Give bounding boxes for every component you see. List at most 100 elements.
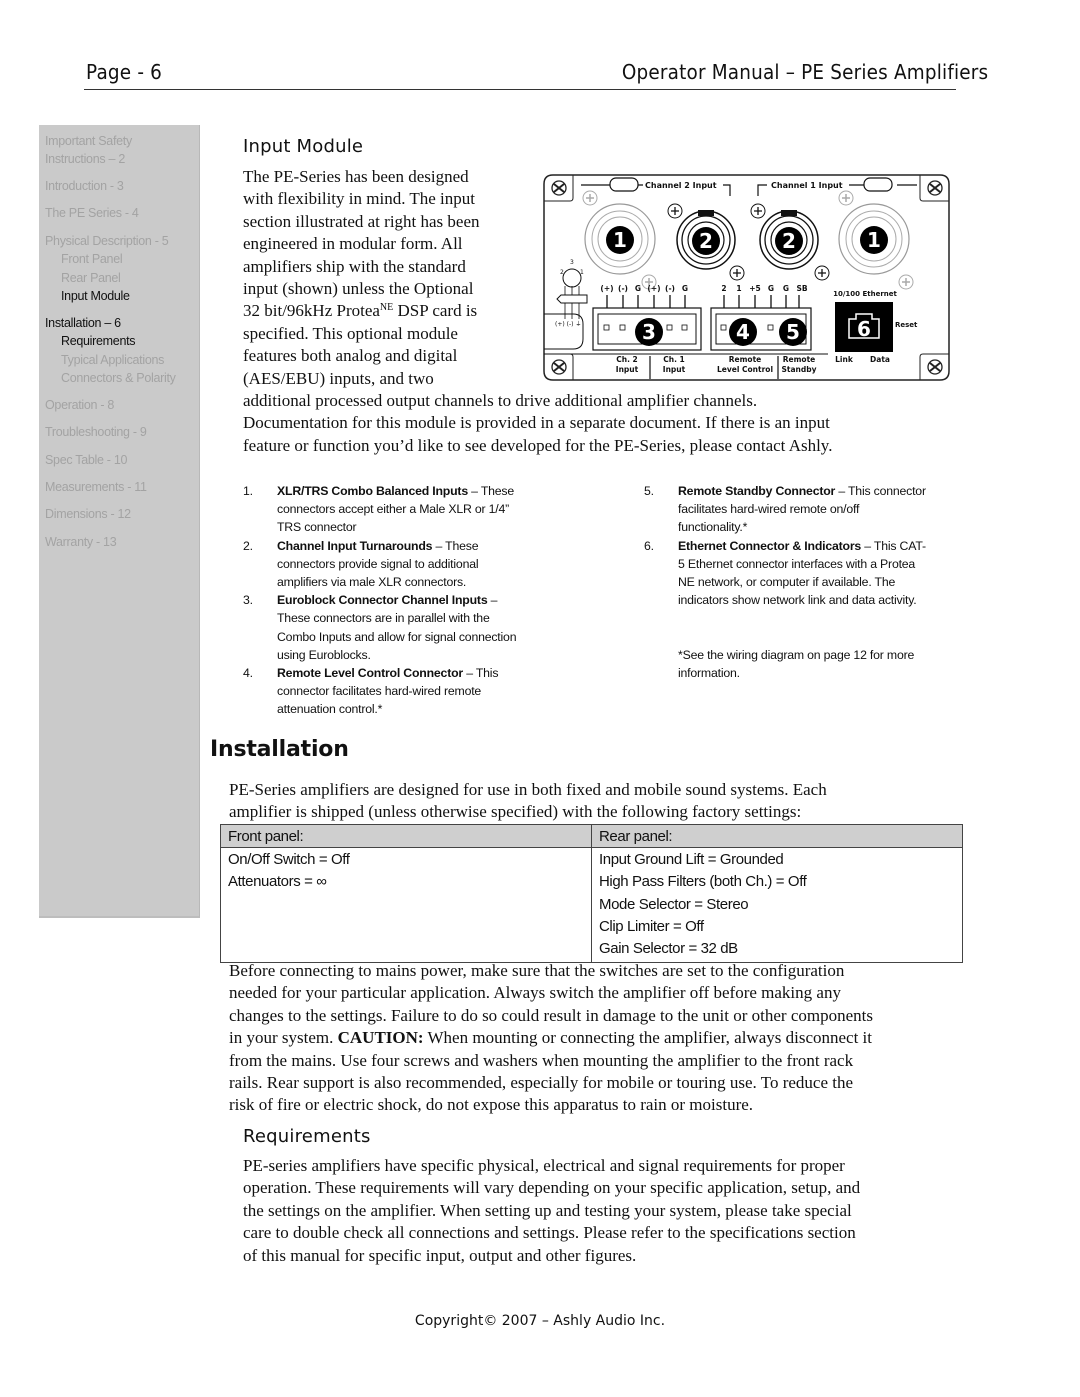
feature-title: Remote Level Control Connector [277,666,463,681]
header-divider [84,89,956,90]
requirements-heading: Requirements [243,1126,371,1147]
svg-text:(-): (-) [618,284,628,293]
list-number: 3. [243,593,253,608]
data-indicator-label: Data [870,355,890,364]
svg-text:5: 5 [786,320,800,344]
toc-item-safety-page[interactable]: Instructions – 2 [45,150,125,168]
caution-label: CAUTION: [337,1028,424,1048]
svg-text:(+) (-) ⏚: (+) (-) ⏚ [555,321,581,328]
toc-item-input-module[interactable]: Input Module [61,287,130,305]
list-number: 1. [243,484,253,498]
feature-list-right: 5. Remote Standby Connector – This conne… [644,482,926,609]
remote-level-label: Remote [729,355,762,364]
callout-6-icon: 6 [857,317,871,341]
paragraph-line: changes to the settings. Failure to do s… [229,1005,873,1025]
svg-text:3: 3 [570,259,574,266]
callout-2-icon: 2 [775,227,803,255]
list-number: 5. [644,484,654,498]
toc-item-dimensions[interactable]: Dimensions - 12 [45,505,131,523]
feature-text: These connectors are in parallel with th… [277,611,490,626]
list-item: 3. Euroblock Connector Channel Inputs – … [243,591,517,664]
toc-item-requirements[interactable]: Requirements [61,332,136,350]
toc-item-operation[interactable]: Operation - 8 [45,396,114,414]
paragraph-text: in your system. [229,1028,338,1048]
toc-item-physical-description[interactable]: Physical Description - 5 [45,232,169,250]
ch2-input-label: Ch. 2 [616,355,638,364]
svg-text:2: 2 [699,229,713,253]
factory-settings-table: Front panel: Rear panel: On/Off Switch =… [220,824,963,964]
feature-text: – This [463,666,499,681]
svg-text:(+): (+) [600,284,613,293]
toc-item-pe-series[interactable]: The PE Series - 4 [45,204,139,222]
toc-item-spec-table[interactable]: Spec Table - 10 [45,451,127,469]
page-number: Page - 6 [86,60,163,84]
feature-text: connectors accept either a Male XLR or 1… [277,502,509,517]
toc-item-installation[interactable]: Installation – 6 [45,314,121,332]
svg-text:1: 1 [867,228,881,252]
paragraph-line: rails. Rear support is also recommended,… [229,1073,854,1093]
setting-value: Input Ground Lift = Grounded [599,851,784,868]
toc-item-introduction[interactable]: Introduction - 3 [45,177,124,195]
copyright-footer: Copyright© 2007 – Ashly Audio Inc. [414,1313,666,1329]
screw-icon [927,180,943,196]
paragraph-line: Before connecting to mains power, make s… [229,961,845,980]
svg-text:1: 1 [736,284,741,293]
svg-text:2: 2 [721,284,726,293]
input-module-heading: Input Module [243,136,364,157]
paragraph-line: risk of fire or electric shock, do not e… [229,1095,754,1115]
intro-line: PE-Series amplifiers are designed for us… [229,780,827,799]
feature-title: XLR/TRS Combo Balanced Inputs [277,484,468,498]
toc-item-typical-applications[interactable]: Typical Applications [61,351,164,369]
link-indicator-label: Link [835,355,854,364]
rear-panel-settings: Input Ground Lift = Grounded High Pass F… [591,847,963,963]
intro-line: feature or function you’d like to see de… [243,435,833,455]
svg-text:+5: +5 [749,284,761,293]
ch2-input-label: Input [616,365,639,374]
list-item: 1. XLR/TRS Combo Balanced Inputs – These… [243,482,516,537]
feature-text: TRS connector [277,520,357,535]
screw-icon [551,359,567,375]
setting-value: High Pass Filters (both Ch.) = Off [599,873,807,891]
feature-text: NE network, or computer if available. Th… [678,575,896,590]
wiring-footnote: *See the wiring diagram on page 12 for m… [678,646,914,682]
callout-3-icon: 3 [635,318,663,346]
setting-value: Clip Limiter = Off [599,917,704,935]
feature-text: Combo Inputs and allow for signal connec… [277,629,517,644]
feature-text: functionality.* [678,520,748,535]
feature-text: 5 Ethernet connector interfaces with a P… [678,556,916,571]
svg-text:3: 3 [642,320,656,344]
intro-line: additional processed output channels to … [243,391,758,411]
protea-superscript: NE [379,302,394,314]
channel-2-input-label: Channel 2 Input [645,181,717,190]
list-item: 4. Remote Level Control Connector – This… [243,664,516,719]
toc-item-warranty[interactable]: Warranty - 13 [45,533,117,551]
svg-text:1: 1 [613,228,627,252]
toc-item-safety[interactable]: Important Safety [45,132,132,150]
toc-item-troubleshooting[interactable]: Troubleshooting - 9 [45,423,147,441]
paragraph-line: in your system. CAUTION: When mounting o… [229,1027,873,1049]
footnote-line: *See the wiring diagram on page 12 for m… [678,648,915,662]
feature-text: indicators show network link and data ac… [678,593,917,608]
feature-list-left: 1. XLR/TRS Combo Balanced Inputs – These… [243,482,517,719]
toc-item-connectors-polarity[interactable]: Connectors & Polarity [61,369,176,387]
column-header-front-panel: Front panel: [220,824,592,848]
callout-1-icon: 1 [860,226,888,254]
list-number: 4. [243,666,253,681]
svg-text:(+): (+) [647,284,660,293]
setting-value: Gain Selector = 32 dB [599,940,738,958]
toc-item-measurements[interactable]: Measurements - 11 [45,478,147,496]
feature-title: Euroblock Connector Channel Inputs [277,593,488,608]
paragraph-line: from the mains. Use four screws and wash… [229,1050,854,1070]
svg-text:G: G [682,284,688,293]
paragraph-line: needed for your particular application. … [229,983,841,1003]
caution-paragraph: Before connecting to mains power, make s… [229,960,873,1117]
callout-5-icon: 5 [779,318,807,346]
toc-item-rear-panel[interactable]: Rear Panel [61,269,121,287]
feature-text: – This CAT- [861,538,926,553]
svg-text:G: G [635,284,641,293]
paragraph-text: When mounting or connecting the amplifie… [423,1028,873,1048]
svg-text:2: 2 [782,229,796,253]
input-module-diagram: Channel 2 Input Channel 1 Input 1 2 2 1 … [543,174,950,381]
toc-item-front-panel[interactable]: Front Panel [61,250,123,268]
screw-icon [927,359,943,375]
